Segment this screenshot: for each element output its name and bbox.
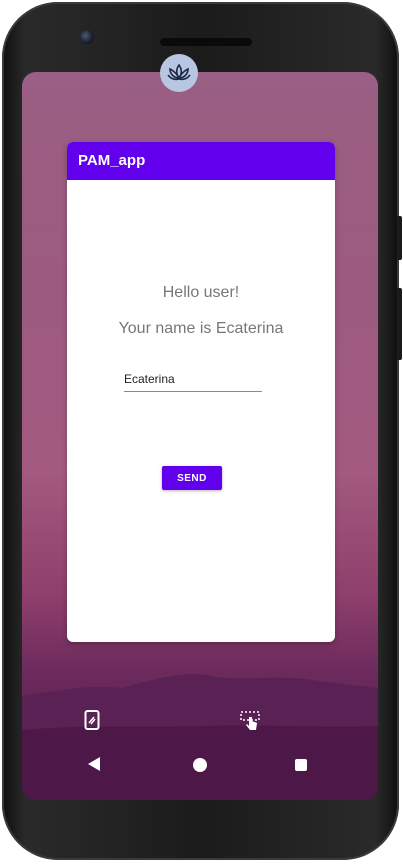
lotus-icon: [160, 54, 198, 92]
power-button: [397, 288, 402, 360]
phone-icon[interactable]: [84, 710, 100, 735]
app-window: PAM_app Hello user! Your name is Ecateri…: [67, 142, 335, 642]
recent-apps-icon[interactable]: [295, 759, 307, 771]
phone-frame: PAM_app Hello user! Your name is Ecateri…: [2, 2, 402, 860]
speaker-grille: [160, 38, 252, 46]
gesture-icon[interactable]: [240, 710, 262, 737]
back-icon[interactable]: [88, 757, 100, 771]
device-screen: PAM_app Hello user! Your name is Ecateri…: [22, 72, 378, 800]
name-input[interactable]: [124, 369, 262, 392]
send-button[interactable]: SEND: [162, 466, 222, 490]
app-title: PAM_app: [78, 152, 146, 169]
navigation-bar: [22, 740, 378, 800]
volume-button: [397, 216, 402, 260]
home-icon[interactable]: [193, 758, 207, 772]
name-message-text: Your name is Ecaterina: [118, 320, 284, 337]
app-bar: PAM_app: [67, 142, 335, 180]
front-camera: [80, 30, 94, 44]
greeting-text: Hello user!: [162, 284, 240, 301]
